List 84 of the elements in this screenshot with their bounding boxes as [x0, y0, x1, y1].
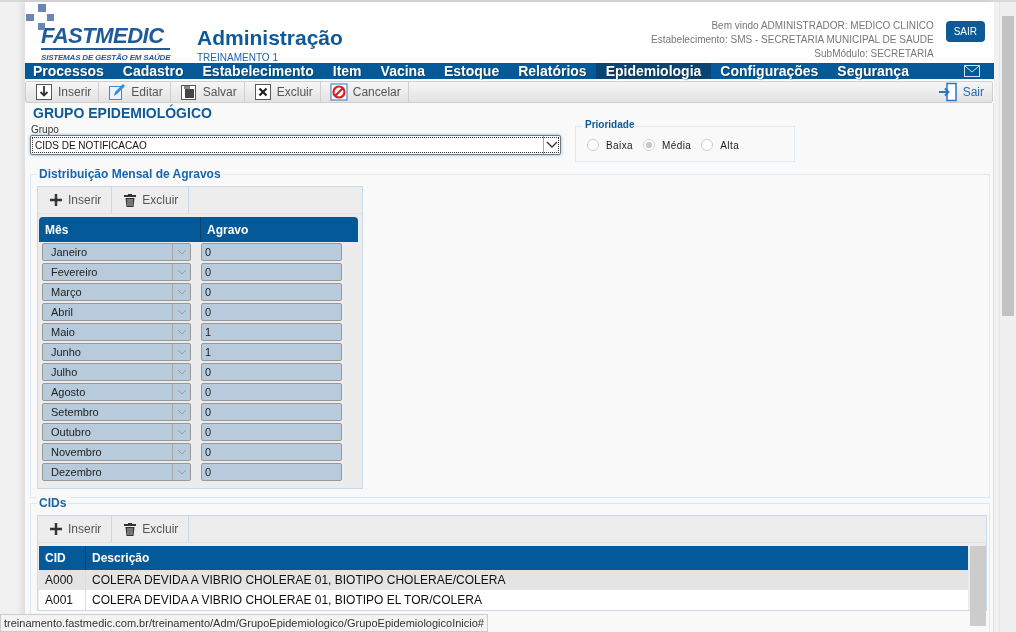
grid-button[interactable]: Inserir: [38, 187, 113, 213]
save-icon: [179, 83, 198, 101]
value-field[interactable]: 1: [201, 323, 342, 341]
value-field[interactable]: 0: [201, 243, 342, 261]
user-info-line: SubMódulo: SECRETARIA: [813, 47, 934, 61]
month-select[interactable]: Dezembro: [42, 463, 191, 481]
month-select[interactable]: Setembro: [42, 403, 191, 421]
column-header: Descrição: [91, 550, 150, 567]
exit-icon: [937, 82, 958, 102]
field-label: Grupo: [31, 124, 60, 135]
grid-button[interactable]: Excluir: [112, 516, 190, 542]
menu-item[interactable]: Estoque: [434, 63, 509, 79]
value-field[interactable]: 0: [201, 443, 342, 461]
toolbar-button[interactable]: Salvar: [170, 82, 245, 102]
pencil-icon: [108, 83, 127, 101]
trash-icon: [124, 193, 137, 207]
menu-item[interactable]: Item: [323, 63, 372, 79]
grid-button[interactable]: Inserir: [38, 516, 113, 542]
group-title: Distribuição Mensal de Agravos: [37, 167, 223, 181]
value-field[interactable]: 0: [201, 463, 342, 481]
menu-item[interactable]: Epidemiologia: [596, 63, 711, 79]
value-field[interactable]: 0: [201, 423, 342, 441]
grid-button[interactable]: Excluir: [112, 187, 190, 213]
radio-label: Baixa: [606, 139, 633, 151]
menu-item[interactable]: Processos: [25, 63, 114, 79]
toolbar-button[interactable]: Editar: [99, 82, 171, 102]
table-cell-text: COLERA DEVIDA A VIBRIO CHOLERAE 01, BIOTIPO EL TOR/COLERA: [91, 592, 482, 609]
value-field[interactable]: 0: [201, 303, 342, 321]
menu-item[interactable]: Relatórios: [508, 63, 597, 79]
scrollbar[interactable]: [970, 546, 986, 626]
user-info-line: Bem vindo ADMINISTRADOR: MEDICO CLINICO: [710, 19, 934, 33]
month-select[interactable]: Agosto: [42, 383, 191, 401]
toolbar-button[interactable]: Cancelar: [320, 82, 409, 102]
radio-button[interactable]: [643, 139, 655, 151]
month-select[interactable]: Outubro: [42, 423, 191, 441]
environment-label: TREINAMENTO 1: [197, 52, 279, 63]
caret-icon: [543, 136, 560, 154]
radio-label: Média: [662, 139, 692, 151]
toolbar-button[interactable]: Excluir: [244, 82, 321, 102]
value-field[interactable]: 0: [201, 283, 342, 301]
value-field[interactable]: 0: [201, 403, 342, 421]
exit-button[interactable]: Sair: [928, 82, 992, 102]
month-select[interactable]: Novembro: [42, 443, 191, 461]
scrollbar[interactable]: [999, 2, 1016, 632]
logo: FASTMEDIC SISTEMAS DE GESTÃO EM SAÚDE: [25, 2, 191, 62]
user-info-line: Estabelecimento: SMS - SECRETARIA MUNICIPAL DE SAUDE: [651, 33, 934, 47]
month-select[interactable]: Março: [42, 283, 191, 301]
plus-icon: [50, 194, 62, 206]
radio-button[interactable]: [587, 139, 599, 151]
radio-button[interactable]: [701, 139, 714, 151]
section-title: GRUPO EPIDEMIOLÓGICO: [33, 105, 213, 121]
month-select[interactable]: Julho: [42, 363, 191, 381]
month-select[interactable]: Abril: [42, 303, 191, 321]
value-field[interactable]: 1: [201, 343, 342, 361]
trash-icon: [124, 522, 137, 536]
column-header: Agravo: [206, 221, 249, 239]
menu-item[interactable]: Vacina: [371, 63, 435, 79]
radio-label: Alta: [720, 139, 740, 151]
table-cell: A001: [39, 590, 86, 610]
plus-icon: [50, 523, 62, 535]
month-select[interactable]: Fevereiro: [42, 263, 191, 281]
close-icon: [253, 83, 272, 101]
column-header: Mês: [39, 217, 201, 242]
month-select[interactable]: Janeiro: [42, 243, 191, 261]
mail-icon[interactable]: [964, 63, 980, 79]
month-select[interactable]: Maio: [42, 323, 191, 341]
group-title: CIDs: [37, 496, 69, 510]
menu-item[interactable]: Configurações: [710, 63, 828, 79]
value-field[interactable]: 0: [201, 263, 342, 281]
menu-item[interactable]: Segurança: [827, 63, 919, 79]
menu-item[interactable]: Cadastro: [113, 63, 193, 79]
group-select[interactable]: CIDS DE NOTIFICACAO: [30, 135, 561, 155]
download-icon: [35, 83, 53, 101]
table-cell-text: COLERA DEVIDA A VIBRIO CHOLERAE 01, BIOTIPO CHOLERAE/COLERA: [91, 572, 506, 589]
value-field[interactable]: 0: [201, 363, 342, 381]
status-url: treinamento.fastmedic.com.br/treinamento/Adm/GrupoEpidemiologico/GrupoEpidemiologicoInicio#: [0, 614, 488, 632]
toolbar-button[interactable]: Inserir: [26, 82, 100, 102]
value-field[interactable]: 0: [201, 383, 342, 401]
month-select[interactable]: Junho: [42, 343, 191, 361]
app-title: Administração: [197, 26, 343, 50]
no-entry-icon: [329, 83, 348, 101]
logout-button[interactable]: SAIR: [945, 21, 985, 42]
group-title: Prioridade: [583, 119, 637, 130]
menu-item[interactable]: Estabelecimento: [193, 63, 324, 79]
